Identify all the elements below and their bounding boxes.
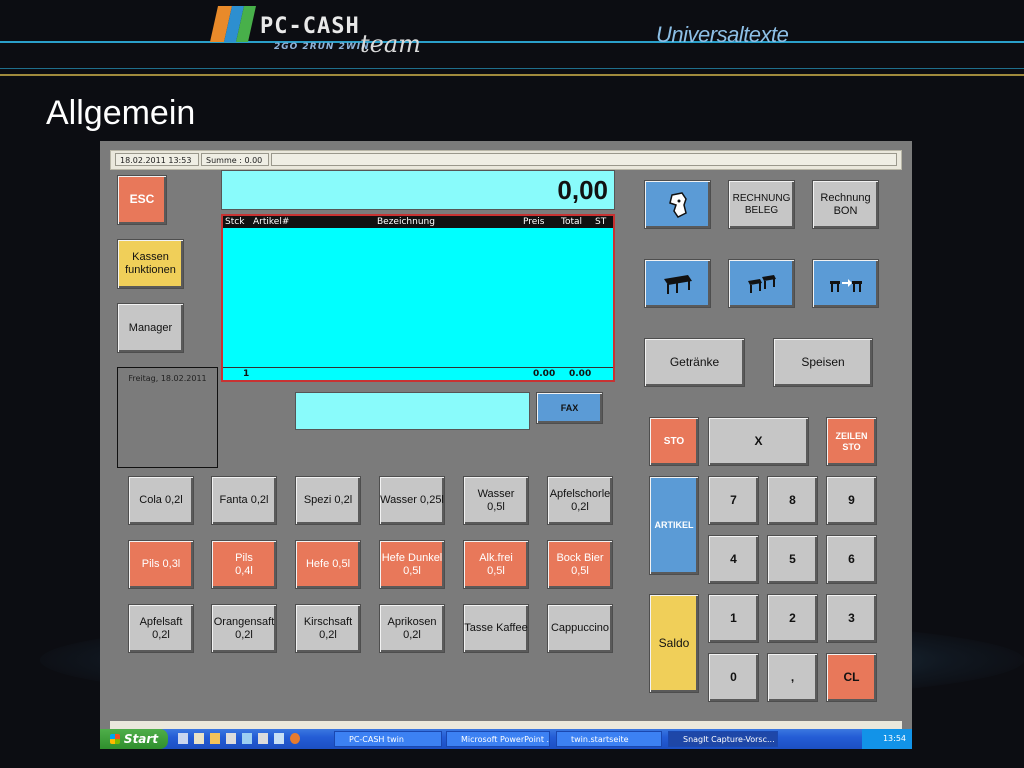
slide-title: Allgemein [46, 94, 196, 132]
product-button[interactable]: Alk.frei 0,5l [463, 540, 529, 589]
date-panel: Freitag, 18.02.2011 [117, 367, 218, 468]
entry-input[interactable] [295, 392, 530, 430]
saldo-button[interactable]: Saldo [649, 594, 699, 693]
product-button[interactable]: Apfelschorle 0,2l [547, 476, 613, 525]
zeilen-sto-button[interactable]: ZEILEN STO [826, 417, 877, 466]
product-button[interactable]: Hefe Dunkel 0,5l [379, 540, 445, 589]
product-button[interactable]: Bock Bier 0,5l [547, 540, 613, 589]
key-4[interactable]: 4 [708, 535, 759, 584]
move-table-icon [829, 278, 862, 292]
key-0[interactable]: 0 [708, 653, 759, 702]
sto-button[interactable]: STO [649, 417, 699, 466]
quicklaunch-icon[interactable] [274, 733, 284, 744]
logo-text: PC-CASH [260, 14, 360, 39]
rechnung-bon-button[interactable]: Rechnung BON [812, 180, 879, 229]
receipt-header: Stck Artikel# Bezeichnung Preis Total ST [223, 216, 613, 228]
table-button[interactable] [644, 259, 711, 308]
start-button[interactable]: Start [100, 729, 168, 749]
product-button[interactable]: Aprikosen 0,2l [379, 604, 445, 653]
logo-team: team [360, 30, 421, 58]
header-line [0, 68, 1024, 69]
quicklaunch-icon[interactable] [226, 733, 236, 744]
product-button[interactable]: Tasse Kaffee [463, 604, 529, 653]
col-preis: Preis [523, 217, 545, 227]
taskbar-item-snagit[interactable]: SnagIt Capture-Vorsc... [668, 731, 778, 747]
waiter-icon [668, 191, 687, 218]
product-button[interactable]: Fanta 0,2l [211, 476, 277, 525]
product-button[interactable]: Orangensaft 0,2l [211, 604, 277, 653]
getraenke-button[interactable]: Getränke [644, 338, 745, 387]
quicklaunch-icon[interactable] [242, 733, 252, 744]
logo-tagline: 2GO 2RUN 2WIN [274, 42, 370, 52]
product-button[interactable]: Cappuccino [547, 604, 613, 653]
split-table-button[interactable] [728, 259, 795, 308]
product-button[interactable]: Pils 0,3l [128, 540, 194, 589]
clear-button[interactable]: CL [826, 653, 877, 702]
multiply-button[interactable]: X [708, 417, 809, 466]
ie-quicklaunch-icon[interactable] [178, 733, 188, 744]
taskbar-item-pccash[interactable]: PC-CASH twin [334, 731, 442, 747]
footer-total: 0.00 [569, 369, 592, 379]
manager-button[interactable]: Manager [117, 303, 184, 353]
product-button[interactable]: Hefe 0,5l [295, 540, 361, 589]
receipt-footer: 1 0.00 0.00 [223, 367, 613, 380]
slide-subtitle: Universaltexte [656, 22, 789, 47]
status-datetime: 18.02.2011 13:53 [115, 153, 199, 166]
key-2[interactable]: 2 [767, 594, 818, 643]
receipt-list[interactable]: Stck Artikel# Bezeichnung Preis Total ST… [221, 214, 615, 382]
quicklaunch-icon[interactable] [194, 733, 204, 744]
speisen-button[interactable]: Speisen [773, 338, 873, 387]
key-9[interactable]: 9 [826, 476, 877, 525]
taskbar-item-startseite[interactable]: twin.startseite [556, 731, 662, 747]
taskbar-item-powerpoint[interactable]: Microsoft PowerPoint ... [446, 731, 550, 747]
amount-display: 0,00 [221, 170, 615, 210]
header-line [0, 41, 1024, 43]
waiter-button[interactable] [644, 180, 711, 229]
key-8[interactable]: 8 [767, 476, 818, 525]
status-empty [271, 153, 897, 166]
esc-button[interactable]: ESC [117, 175, 167, 225]
product-button[interactable]: Apfelsaft 0,2l [128, 604, 194, 653]
artikel-button[interactable]: ARTIKEL [649, 476, 699, 575]
col-st: ST [595, 217, 607, 227]
col-bezeichnung: Bezeichnung [377, 217, 435, 227]
col-artikel: Artikel# [253, 217, 290, 227]
product-button[interactable]: Kirschsaft 0,2l [295, 604, 361, 653]
header-line [0, 74, 1024, 76]
key-1[interactable]: 1 [708, 594, 759, 643]
split-table-icon [747, 274, 776, 293]
key-6[interactable]: 6 [826, 535, 877, 584]
move-table-button[interactable] [812, 259, 879, 308]
start-label: Start [123, 732, 159, 746]
quicklaunch-icon[interactable] [258, 733, 268, 744]
product-button[interactable]: Wasser 0,5l [463, 476, 529, 525]
logo-icon [210, 6, 258, 42]
windows-logo-icon [109, 734, 120, 744]
product-button[interactable]: Cola 0,2l [128, 476, 194, 525]
status-bar: 18.02.2011 13:53 Summe : 0.00 [110, 150, 902, 170]
product-button[interactable]: Wasser 0,25l [379, 476, 445, 525]
key-5[interactable]: 5 [767, 535, 818, 584]
col-stck: Stck [225, 217, 245, 227]
product-button[interactable]: Pils 0,4l [211, 540, 277, 589]
status-sum: Summe : 0.00 [201, 153, 269, 166]
footer-price: 0.00 [533, 369, 556, 379]
firefox-quicklaunch-icon[interactable] [290, 733, 300, 744]
system-tray: 13:54 [862, 729, 912, 749]
clock: 13:54 [882, 734, 906, 743]
folder-quicklaunch-icon[interactable] [210, 733, 220, 744]
product-button[interactable]: Spezi 0,2l [295, 476, 361, 525]
rechnung-beleg-button[interactable]: RECHNUNG BELEG [728, 180, 795, 229]
key-3[interactable]: 3 [826, 594, 877, 643]
kassenfunktionen-button[interactable]: Kassen funktionen [117, 239, 184, 289]
col-total: Total [561, 217, 583, 227]
table-icon [663, 274, 692, 294]
fax-button[interactable]: FAX [536, 392, 603, 424]
key-7[interactable]: 7 [708, 476, 759, 525]
key-comma[interactable]: , [767, 653, 818, 702]
footer-qty: 1 [243, 369, 250, 379]
